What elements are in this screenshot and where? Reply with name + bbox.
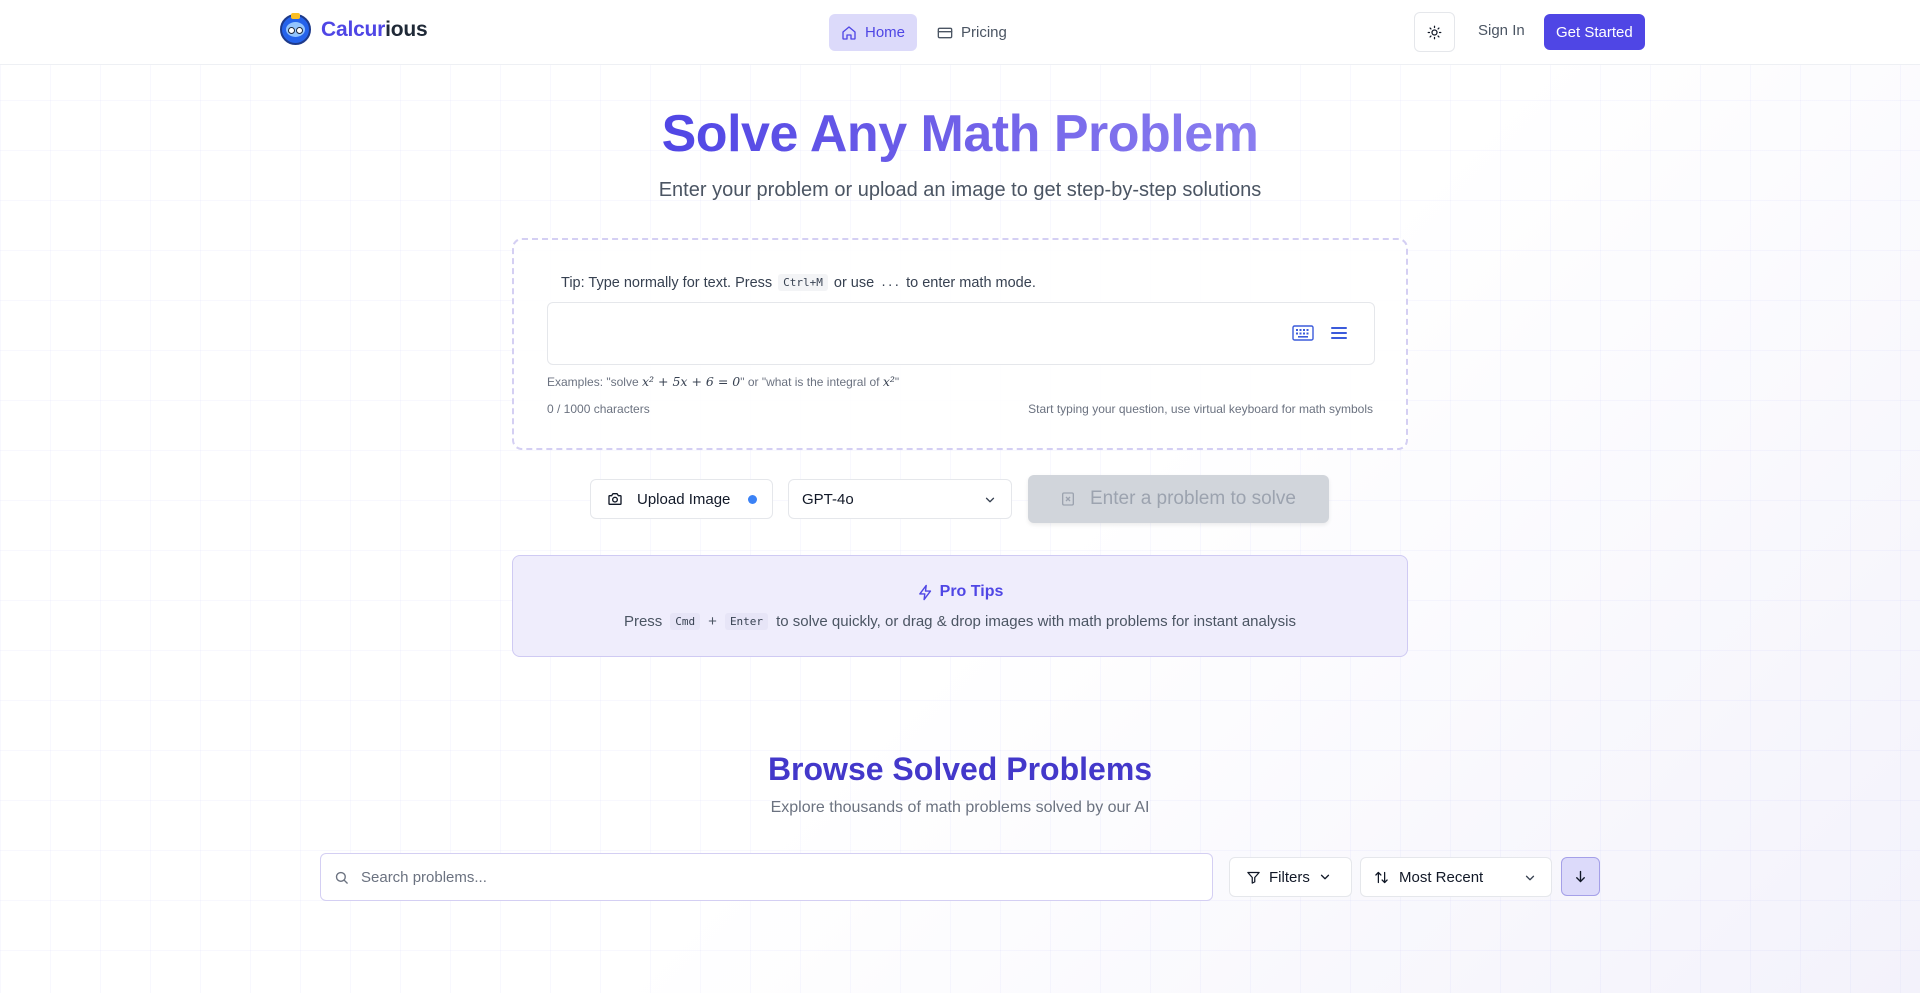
nav-links: Home Pricing [829, 14, 1019, 51]
chevron-down-icon [1525, 875, 1535, 881]
tip-mid: or use [833, 274, 875, 291]
pro-tips-description: to solve quickly, or drag & drop images … [776, 613, 1297, 630]
upload-image-button[interactable]: Upload Image [590, 479, 773, 519]
enter-key: Enter [724, 613, 769, 630]
filters-label: Filters [1269, 868, 1310, 886]
chevron-down-icon [985, 497, 995, 503]
input-hint: Start typing your question, use virtual … [1028, 402, 1373, 416]
status-dot [748, 495, 757, 504]
arrow-down-icon [1576, 870, 1585, 883]
character-count: 0 / 1000 characters [547, 402, 650, 416]
nav-pricing-label: Pricing [961, 24, 1007, 41]
top-navbar: Calcurious Home Pricing Sign In Get Star… [0, 0, 1920, 65]
owl-logo-icon [280, 13, 311, 45]
filters-button[interactable]: Filters [1229, 857, 1352, 897]
calculator-icon [1062, 492, 1074, 506]
examples-prefix: Examples: "solve [547, 375, 639, 389]
nav-home-label: Home [865, 24, 906, 41]
examples-suffix: " [894, 375, 900, 389]
search-icon [335, 871, 348, 884]
math-problem-input[interactable] [547, 302, 1375, 365]
search-input[interactable] [361, 854, 1191, 900]
browse-title: Browse Solved Problems [767, 751, 1153, 787]
ctrl-m-key: Ctrl+M [778, 274, 828, 291]
brand-name: Calcurious [321, 17, 428, 41]
brand-logo[interactable]: Calcurious [280, 13, 428, 45]
solve-button[interactable]: Enter a problem to solve [1028, 475, 1329, 523]
examples-text: Examples: "solve x² + 5x + 6 = 0" or "wh… [547, 374, 899, 389]
sort-direction-button[interactable] [1561, 857, 1600, 896]
example-equation: x² + 5x + 6 = 0 [641, 374, 741, 389]
theme-toggle-button[interactable] [1414, 12, 1455, 52]
menu-icon[interactable] [1330, 324, 1348, 342]
pro-tips-panel: Pro Tips Press Cmd + Enter to solve quic… [512, 555, 1408, 657]
input-tip: Tip: Type normally for text. Press Ctrl+… [561, 274, 1036, 291]
sort-selected-value: Most Recent [1399, 868, 1484, 886]
search-box [320, 853, 1213, 901]
cmd-key: Cmd [670, 613, 701, 630]
examples-mid: " or "what is the integral of [740, 375, 880, 389]
nav-home-link[interactable]: Home [829, 14, 918, 51]
card-icon [937, 27, 953, 38]
pro-tips-text: Press Cmd + Enter to solve quickly, or d… [513, 613, 1407, 630]
get-started-button[interactable]: Get Started [1544, 14, 1645, 50]
nav-pricing-link[interactable]: Pricing [925, 14, 1019, 51]
chevron-down-icon [1320, 874, 1329, 880]
lightning-icon [918, 584, 931, 600]
problem-input-card: Tip: Type normally for text. Press Ctrl+… [512, 238, 1408, 450]
virtual-keyboard-icon[interactable] [1292, 325, 1314, 341]
model-select[interactable]: GPT-4o [788, 479, 1012, 519]
example-integrand: x² [882, 374, 895, 389]
tip-prefix: Tip: Type normally for text. Press [561, 274, 773, 291]
filter-icon [1247, 871, 1260, 884]
sign-in-link[interactable]: Sign In [1478, 22, 1525, 39]
pro-tips-title: Pro Tips [513, 583, 1407, 601]
hero-title: Solve Any Math Problem [661, 105, 1259, 163]
browse-subtitle: Explore thousands of math problems solve… [770, 799, 1150, 816]
solve-button-label: Enter a problem to solve [1090, 488, 1296, 509]
ellipsis-key: ... [880, 276, 901, 289]
camera-icon [608, 493, 622, 505]
plus-sign: + [708, 613, 717, 630]
sun-icon [1427, 25, 1442, 39]
model-selected-value: GPT-4o [802, 490, 854, 508]
tip-suffix: to enter math mode. [906, 274, 1036, 291]
upload-image-label: Upload Image [637, 490, 731, 508]
sort-arrows-icon [1375, 871, 1388, 883]
pro-tips-title-text: Pro Tips [939, 583, 1004, 600]
sort-select[interactable]: Most Recent [1360, 857, 1552, 897]
pro-tips-press: Press [623, 613, 663, 630]
hero-subtitle: Enter your problem or upload an image to… [658, 179, 1262, 201]
home-icon [842, 25, 856, 40]
